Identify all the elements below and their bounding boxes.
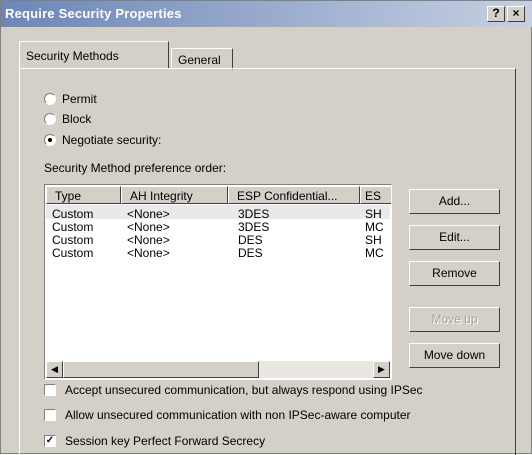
- cell-ah-integrity: <None>: [127, 207, 170, 221]
- cell-esp-integrity: MC: [365, 220, 384, 234]
- cell-ah-integrity: <None>: [127, 233, 170, 247]
- cell-type: Custom: [52, 246, 94, 260]
- move-down-button[interactable]: Move down: [409, 343, 500, 368]
- list-label: Security Method preference order:: [44, 161, 227, 175]
- radio-negotiate-circle[interactable]: [44, 134, 56, 146]
- close-button[interactable]: ×: [507, 6, 525, 22]
- title-bar[interactable]: Require Security Properties ? ×: [1, 1, 532, 27]
- remove-button[interactable]: Remove: [409, 261, 500, 286]
- radio-selected-dot: [48, 138, 52, 142]
- column-header-type[interactable]: Type: [46, 186, 121, 204]
- column-header-ah-integrity[interactable]: AH Integrity: [121, 186, 228, 204]
- radio-block-circle[interactable]: [44, 113, 56, 125]
- scroll-thumb[interactable]: [63, 361, 259, 378]
- radio-permit-label: Permit: [62, 92, 97, 106]
- session-key-pfs-label: Session key Perfect Forward Secrecy: [65, 434, 266, 448]
- radio-permit-circle[interactable]: [44, 93, 56, 105]
- column-header-esp-integrity[interactable]: ES: [360, 186, 391, 204]
- cell-esp-integrity: SH: [365, 207, 382, 221]
- radio-negotiate-label: Negotiate security:: [62, 133, 162, 147]
- cell-ah-integrity: <None>: [127, 220, 170, 234]
- radio-block-label: Block: [62, 112, 92, 126]
- cell-esp-confidentiality: 3DES: [238, 207, 270, 221]
- cell-type: Custom: [52, 207, 94, 221]
- session-key-pfs-box[interactable]: ✓: [44, 435, 56, 447]
- selected-row-highlight: [46, 205, 390, 219]
- tab-security-methods[interactable]: Security Methods: [19, 41, 169, 68]
- scroll-right-icon[interactable]: ▶: [373, 361, 390, 378]
- allow-unsecured-label: Allow unsecured communication with non I…: [65, 408, 411, 422]
- window-title: Require Security Properties: [5, 6, 182, 21]
- cell-esp-integrity: MC: [365, 246, 384, 260]
- move-up-button[interactable]: Move up: [409, 307, 500, 332]
- cell-type: Custom: [52, 233, 94, 247]
- help-button[interactable]: ?: [487, 6, 505, 22]
- cell-esp-confidentiality: DES: [238, 246, 263, 260]
- cell-esp-confidentiality: 3DES: [238, 220, 270, 234]
- accept-unsecured-box[interactable]: [44, 384, 56, 396]
- scroll-left-icon[interactable]: ◀: [46, 361, 63, 378]
- checkmark-icon: ✓: [45, 435, 55, 446]
- add-button[interactable]: Add...: [409, 189, 500, 214]
- tab-general[interactable]: General: [171, 48, 233, 70]
- cell-type: Custom: [52, 220, 94, 234]
- cell-esp-integrity: SH: [365, 233, 382, 247]
- cell-esp-confidentiality: DES: [238, 233, 263, 247]
- column-header-esp-confidentiality[interactable]: ESP Confidential...: [228, 186, 360, 204]
- accept-unsecured-label: Accept unsecured communication, but alwa…: [65, 383, 423, 397]
- allow-unsecured-box[interactable]: [44, 409, 56, 421]
- require-security-properties-dialog: Require Security Properties ? × Security…: [0, 0, 532, 455]
- horizontal-scrollbar[interactable]: ◀ ▶: [46, 361, 390, 378]
- edit-button[interactable]: Edit...: [409, 225, 500, 250]
- cell-ah-integrity: <None>: [127, 246, 170, 260]
- security-method-list[interactable]: Type AH Integrity ESP Confidential... ES…: [44, 184, 392, 380]
